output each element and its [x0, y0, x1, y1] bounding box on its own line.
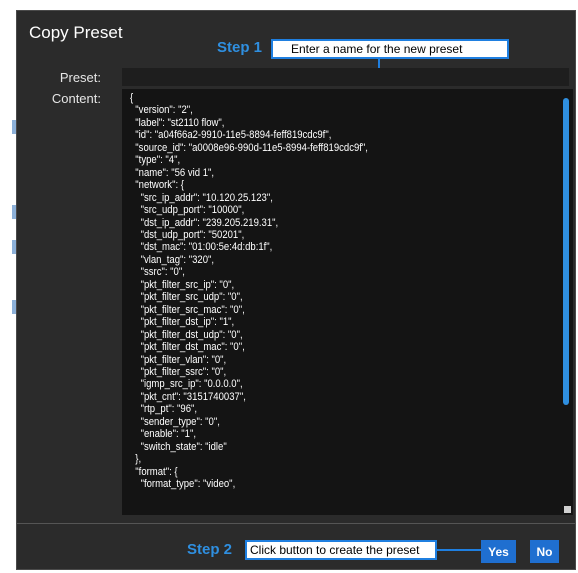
step2-connector	[437, 549, 481, 551]
content-json: { "version": "2", "label": "st2110 flow"…	[130, 92, 368, 491]
no-button[interactable]: No	[530, 540, 559, 563]
background-strip	[0, 0, 16, 573]
step1-connector	[378, 58, 380, 68]
content-scrollbar[interactable]	[563, 98, 569, 405]
dialog-title: Copy Preset	[29, 23, 123, 42]
yes-button[interactable]: Yes	[481, 540, 516, 563]
preset-label: Preset:	[59, 70, 101, 85]
step2-label: Step 2	[187, 541, 233, 558]
preset-name-input[interactable]	[122, 68, 569, 86]
resize-grip-icon[interactable]	[564, 506, 571, 513]
content-textarea[interactable]: { "version": "2", "label": "st2110 flow"…	[122, 89, 573, 515]
step1-callout: Enter a name for the new preset	[271, 39, 509, 59]
content-label: Content:	[51, 91, 101, 106]
step1-label: Step 1	[217, 39, 263, 56]
footer-divider	[17, 523, 575, 524]
step2-callout: Click button to create the preset	[245, 540, 437, 560]
copy-preset-dialog: Copy Preset Step 1 Enter a name for the …	[16, 10, 576, 570]
